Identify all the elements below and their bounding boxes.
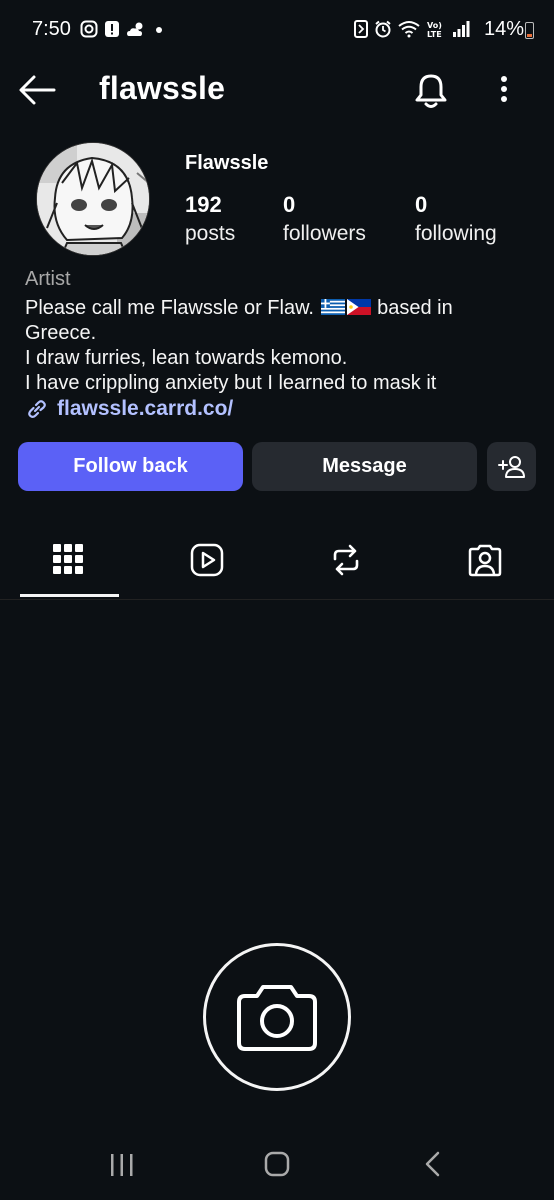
status-time: 7:50 bbox=[32, 18, 71, 40]
wifi-icon bbox=[398, 21, 420, 38]
stat-followers[interactable]: 0 followers bbox=[283, 192, 366, 250]
avatar-illustration bbox=[37, 143, 149, 255]
battery-percent: 14% bbox=[483, 18, 524, 40]
volte-icon: Vo)LTE bbox=[427, 21, 442, 38]
home-button[interactable] bbox=[257, 1148, 297, 1182]
greece-flag-icon bbox=[320, 299, 345, 315]
reels-icon bbox=[190, 543, 224, 577]
back-button[interactable] bbox=[18, 72, 58, 108]
profile-name: Flawssle bbox=[185, 152, 269, 174]
tab-posts-grid[interactable] bbox=[18, 530, 118, 596]
philippines-flag-icon bbox=[346, 299, 371, 315]
tab-reposts[interactable] bbox=[296, 530, 396, 596]
stat-posts-label: posts bbox=[185, 222, 236, 245]
signal-icon bbox=[453, 21, 470, 37]
nfc-icon bbox=[354, 20, 368, 38]
notifications-button[interactable] bbox=[412, 72, 450, 110]
recents-button[interactable] bbox=[102, 1148, 142, 1182]
stat-followers-label: followers bbox=[283, 222, 366, 245]
system-nav-bar bbox=[0, 1130, 554, 1200]
bio-link-text: flawssle.carrd.co/ bbox=[57, 397, 234, 420]
stat-following-count: 0 bbox=[415, 192, 428, 217]
status-bar: 7:50 Vo) LTE 14% bbox=[0, 0, 554, 60]
instagram-icon bbox=[80, 20, 98, 38]
tab-reels[interactable] bbox=[157, 530, 257, 596]
bell-icon bbox=[415, 74, 447, 108]
home-icon bbox=[264, 1151, 290, 1177]
weather-icon bbox=[127, 22, 143, 36]
tab-tagged[interactable] bbox=[435, 530, 535, 596]
add-user-icon bbox=[497, 455, 525, 478]
header-username: flawssle bbox=[99, 70, 226, 106]
avatar[interactable] bbox=[36, 142, 150, 256]
profile-tabs bbox=[0, 530, 554, 600]
profile-header: flawssle bbox=[0, 60, 554, 120]
alert-icon bbox=[105, 21, 119, 37]
no-posts-placeholder bbox=[203, 943, 351, 1091]
tab-active-indicator bbox=[20, 594, 119, 597]
grid-icon bbox=[53, 544, 83, 574]
system-back-button[interactable] bbox=[412, 1148, 452, 1182]
bio-category: Artist bbox=[25, 268, 71, 290]
bio-line: Greece. bbox=[25, 322, 97, 344]
bio-line: Please call me Flawssle or Flaw. based i… bbox=[25, 296, 535, 321]
bio-line-1-end: based in bbox=[371, 297, 453, 319]
stat-following-label: following bbox=[415, 222, 497, 245]
follow-back-button[interactable]: Follow back bbox=[18, 442, 243, 491]
alarm-icon bbox=[375, 20, 391, 38]
bio-line-1-start: Please call me Flawssle or Flaw. bbox=[25, 297, 320, 319]
stat-following[interactable]: 0 following bbox=[415, 192, 497, 250]
stat-followers-count: 0 bbox=[283, 192, 296, 217]
bio-text: Please call me Flawssle or Flaw. based i… bbox=[25, 296, 535, 396]
arrow-left-icon bbox=[19, 75, 56, 105]
battery-icon bbox=[525, 22, 534, 39]
bio-line: I have crippling anxiety but I learned t… bbox=[25, 372, 437, 394]
svg-text:Vo): Vo) bbox=[427, 21, 442, 30]
more-options-button[interactable] bbox=[492, 74, 516, 108]
more-vertical-icon bbox=[501, 76, 507, 102]
bio-line: I draw furries, lean towards kemono. bbox=[25, 347, 348, 369]
dot-icon bbox=[156, 27, 162, 33]
status-right-icons: Vo) LTE bbox=[354, 20, 470, 38]
chevron-left-icon bbox=[425, 1151, 440, 1177]
link-icon bbox=[28, 400, 46, 418]
message-button[interactable]: Message bbox=[252, 442, 477, 491]
bio-link[interactable]: flawssle.carrd.co/ bbox=[25, 397, 233, 421]
svg-text:LTE: LTE bbox=[427, 30, 442, 38]
stat-posts-count: 192 bbox=[185, 192, 222, 217]
stat-posts[interactable]: 192 posts bbox=[185, 192, 235, 250]
tagged-icon bbox=[468, 544, 502, 577]
suggested-users-button[interactable] bbox=[487, 442, 536, 491]
reposts-icon bbox=[333, 544, 359, 576]
camera-icon bbox=[237, 985, 317, 1051]
recents-icon bbox=[111, 1154, 133, 1176]
status-left-icons bbox=[80, 20, 164, 38]
